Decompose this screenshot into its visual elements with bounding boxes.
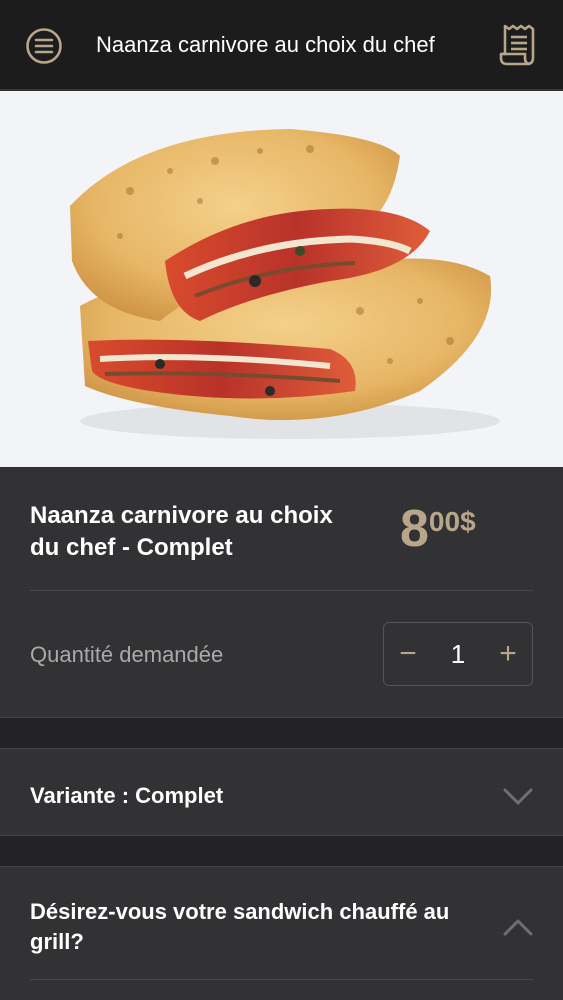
decrease-quantity-button[interactable]: − xyxy=(384,623,432,685)
chevron-down-icon xyxy=(503,788,533,805)
section-spacer xyxy=(0,717,563,749)
page-title: Naanza carnivore au choix du chef xyxy=(96,32,435,57)
quantity-stepper: − 1 + xyxy=(383,622,533,686)
grill-option-header[interactable]: Désirez-vous votre sandwich chauffé au g… xyxy=(0,867,563,1000)
divider xyxy=(30,979,533,980)
product-name: Naanza carnivore au choix du chef - Comp… xyxy=(30,502,333,561)
variant-option-header[interactable]: Variante : Complet xyxy=(0,749,563,835)
product-photo xyxy=(0,91,563,467)
pizza-sandwich-illustration xyxy=(70,129,500,439)
increase-quantity-button[interactable]: + xyxy=(484,623,532,685)
variant-option-label: Variante : Complet xyxy=(30,783,224,808)
menu-button[interactable] xyxy=(24,26,64,66)
grill-option-label: Désirez-vous votre sandwich chauffé au g… xyxy=(30,899,450,954)
chevron-up-icon xyxy=(503,919,533,936)
order-receipt-button[interactable] xyxy=(497,22,541,68)
receipt-icon xyxy=(499,24,535,66)
divider xyxy=(30,590,533,591)
product-price: 800$ xyxy=(400,497,476,561)
top-app-bar: Naanza carnivore au choix du chef xyxy=(0,0,563,90)
quantity-label: Quantité demandée xyxy=(30,642,224,667)
hamburger-circle-icon xyxy=(26,28,62,64)
price-integer: 8 xyxy=(400,500,429,558)
section-spacer xyxy=(0,835,563,867)
price-decimal: 00$ xyxy=(428,506,476,537)
product-info-panel: Naanza carnivore au choix du chef - Comp… xyxy=(0,467,563,717)
quantity-value: 1 xyxy=(450,639,466,669)
